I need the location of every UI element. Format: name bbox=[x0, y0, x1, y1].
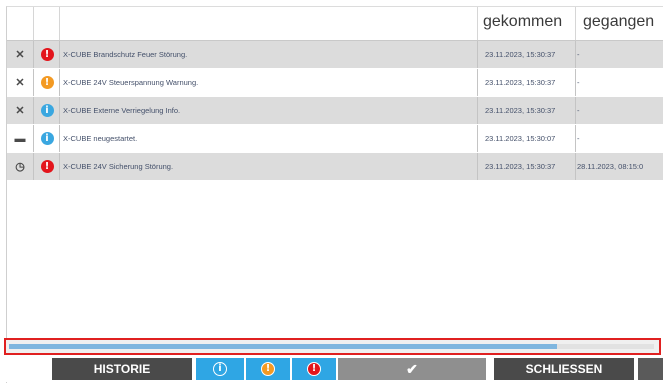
column-divider bbox=[33, 125, 34, 152]
alarm-message: X-CUBE neugestartet. bbox=[63, 134, 138, 143]
close-icon[interactable]: ✕ bbox=[7, 41, 33, 68]
severity-cell: i bbox=[34, 125, 60, 152]
went-timestamp: - bbox=[577, 78, 580, 87]
came-timestamp: 23.11.2023, 15:30:37 bbox=[485, 50, 556, 59]
column-divider bbox=[575, 97, 576, 124]
column-divider bbox=[59, 97, 60, 124]
error-icon: ! bbox=[307, 362, 321, 376]
warning-icon: ! bbox=[40, 76, 54, 89]
header-divider bbox=[575, 7, 576, 40]
filter-error-button[interactable]: ! bbox=[292, 358, 336, 380]
history-button-label: HISTORIE bbox=[93, 362, 151, 376]
info-icon: i bbox=[213, 362, 227, 376]
alarm-rows: ✕! X-CUBE Brandschutz Feuer Störung. 23.11… bbox=[7, 41, 663, 181]
bottom-toolbar: HISTORIE i ! ! ✔ SCHLIESSEN bbox=[0, 355, 663, 382]
column-divider bbox=[59, 153, 60, 180]
info-icon: i bbox=[40, 104, 54, 117]
close-icon[interactable]: ✕ bbox=[7, 69, 33, 96]
close-icon[interactable]: ✕ bbox=[7, 97, 33, 124]
column-divider bbox=[575, 41, 576, 68]
table-header: gekommen gegangen bbox=[7, 7, 663, 41]
toolbar-edge-button[interactable] bbox=[638, 358, 663, 380]
filter-warning-button[interactable]: ! bbox=[246, 358, 290, 380]
header-message-column bbox=[59, 7, 478, 40]
column-divider bbox=[33, 69, 34, 96]
went-timestamp: - bbox=[577, 134, 580, 143]
table-row[interactable]: ▬ i X-CUBE neugestartet. 23.11.2023, 15:30:… bbox=[7, 125, 663, 153]
alarm-message: X-CUBE 24V Steuerspannung Warnung. bbox=[63, 78, 199, 87]
column-divider bbox=[477, 153, 478, 180]
acknowledge-button[interactable]: ✔ bbox=[338, 358, 486, 380]
column-divider bbox=[477, 97, 478, 124]
severity-cell: ! bbox=[34, 153, 60, 180]
scrollbar-thumb[interactable] bbox=[9, 344, 557, 349]
clock-icon[interactable]: ◷ bbox=[7, 153, 33, 180]
went-timestamp: - bbox=[577, 50, 580, 59]
column-divider bbox=[59, 125, 60, 152]
alarm-message: X-CUBE 24V Sicherung Störung. bbox=[63, 162, 174, 171]
error-icon: ! bbox=[40, 160, 54, 173]
column-divider bbox=[477, 41, 478, 68]
column-divider bbox=[33, 153, 34, 180]
horizontal-scrollbar[interactable] bbox=[4, 338, 661, 355]
went-timestamp: 28.11.2023, 08:15:0 bbox=[577, 162, 644, 171]
column-divider bbox=[477, 125, 478, 152]
header-severity-column bbox=[33, 7, 60, 40]
alarm-message: X-CUBE Externe Verriegelung Info. bbox=[63, 106, 181, 115]
column-header-went[interactable]: gegangen bbox=[583, 13, 654, 31]
column-divider bbox=[33, 41, 34, 68]
error-icon: ! bbox=[40, 48, 54, 61]
table-row[interactable]: ✕! X-CUBE Brandschutz Feuer Störung. 23.11… bbox=[7, 41, 663, 69]
warning-icon: ! bbox=[261, 362, 275, 376]
close-button-label: SCHLIESSEN bbox=[525, 362, 603, 376]
column-header-came[interactable]: gekommen bbox=[483, 13, 562, 31]
table-row[interactable]: ◷! X-CUBE 24V Sicherung Störung. 23.11.202… bbox=[7, 153, 663, 181]
column-divider bbox=[33, 97, 34, 124]
came-timestamp: 23.11.2023, 15:30:37 bbox=[485, 106, 556, 115]
came-timestamp: 23.11.2023, 15:30:37 bbox=[485, 162, 556, 171]
went-timestamp: - bbox=[577, 106, 580, 115]
info-icon: i bbox=[40, 132, 54, 145]
filter-info-button[interactable]: i bbox=[196, 358, 244, 380]
column-divider bbox=[575, 125, 576, 152]
close-button[interactable]: SCHLIESSEN bbox=[494, 358, 634, 380]
column-divider bbox=[575, 69, 576, 96]
column-divider bbox=[59, 69, 60, 96]
comment-icon[interactable]: ▬ bbox=[7, 125, 33, 152]
severity-cell: ! bbox=[34, 41, 60, 68]
history-button[interactable]: HISTORIE bbox=[52, 358, 192, 380]
alarm-message: X-CUBE Brandschutz Feuer Störung. bbox=[63, 50, 188, 59]
table-row[interactable]: ✕ i X-CUBE Externe Verriegelung Info. 23.11… bbox=[7, 97, 663, 125]
table-row[interactable]: ✕! X-CUBE 24V Steuerspannung Warnung. 23.1… bbox=[7, 69, 663, 97]
severity-cell: i bbox=[34, 97, 60, 124]
came-timestamp: 23.11.2023, 15:30:07 bbox=[485, 134, 556, 143]
alarm-list-panel: gekommen gegangen ✕! X-CUBE Brandschutz F… bbox=[6, 6, 663, 383]
came-timestamp: 23.11.2023, 15:30:37 bbox=[485, 78, 556, 87]
column-divider bbox=[575, 153, 576, 180]
checkmark-icon: ✔ bbox=[406, 360, 418, 377]
header-action-column bbox=[7, 7, 34, 40]
severity-cell: ! bbox=[34, 69, 60, 96]
column-divider bbox=[477, 69, 478, 96]
column-divider bbox=[59, 41, 60, 68]
